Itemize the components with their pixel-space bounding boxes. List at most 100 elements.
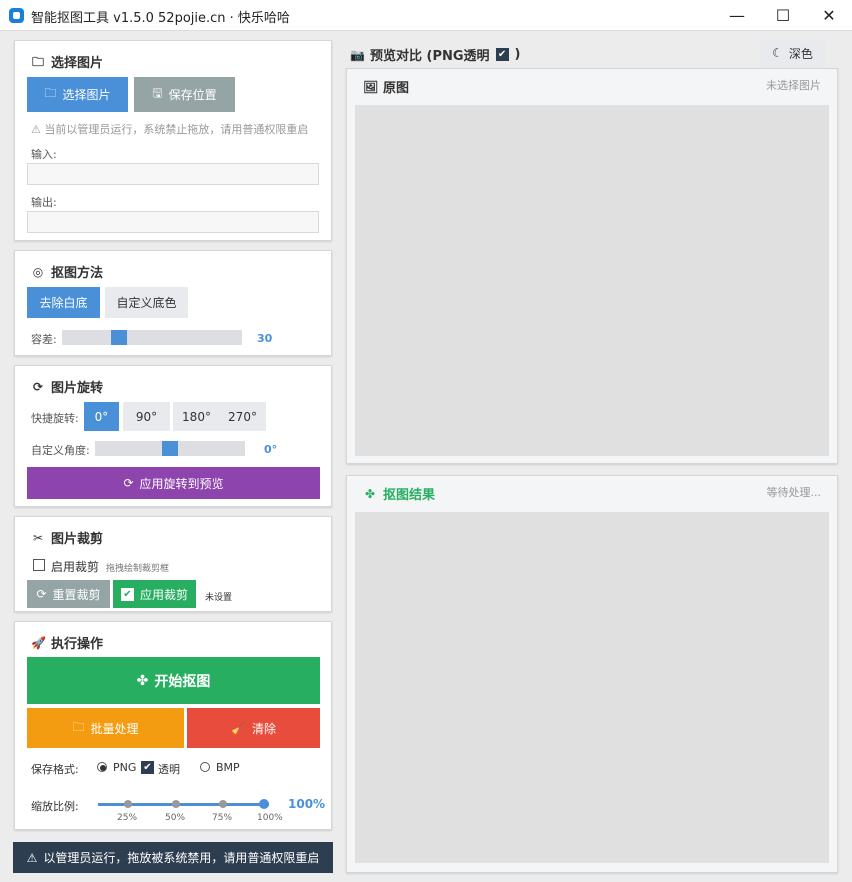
rotate-180-button[interactable]: 180° bbox=[173, 402, 220, 431]
output-path-field[interactable] bbox=[27, 211, 319, 233]
scale-slider[interactable] bbox=[98, 799, 269, 809]
select-image-panel: 🗀 选择图片 🗀 选择图片 🖫 保存位置 ⚠ 当前以管理员运行，系统禁止拖放，请… bbox=[14, 40, 332, 241]
result-panel: ✤ 抠图结果 等待处理... bbox=[346, 475, 838, 873]
admin-warning-text: 当前以管理员运行，系统禁止拖放，请用普通权限重启 bbox=[44, 123, 309, 136]
rotate-0-button[interactable]: 0° bbox=[84, 402, 119, 431]
puzzle-icon: ✤ bbox=[136, 672, 149, 689]
admin-warning: ⚠ 当前以管理员运行，系统禁止拖放，请用普通权限重启 bbox=[31, 121, 308, 137]
close-button[interactable]: ✕ bbox=[806, 0, 852, 31]
select-image-title-text: 选择图片 bbox=[51, 56, 104, 71]
target-icon: ◎ bbox=[32, 264, 44, 279]
apply-rotation-label: 应用旋转到预览 bbox=[139, 476, 224, 491]
status-bar: ⚠ 以管理员运行，拖放被系统禁用，请用普通权限重启 bbox=[13, 842, 333, 873]
custom-angle-slider[interactable] bbox=[95, 441, 245, 456]
check-icon: ✔ bbox=[120, 587, 134, 601]
original-title: 🖼 原图 bbox=[363, 77, 409, 97]
tolerance-slider-thumb[interactable] bbox=[111, 330, 127, 345]
enable-crop-label: 启用裁剪 bbox=[51, 560, 100, 574]
scale-tick-75 bbox=[219, 800, 227, 808]
original-status: 未选择图片 bbox=[766, 79, 821, 92]
dark-theme-button[interactable]: ☾ 深色 bbox=[760, 39, 825, 67]
scale-value: 100% bbox=[288, 797, 326, 811]
crop-panel: ✂ 图片裁剪 启用裁剪 拖拽绘制裁剪框 ⟳ 重置裁剪 ✔ 应用裁剪 未设置 bbox=[14, 516, 332, 612]
window-title: 智能抠图工具 v1.5.0 52pojie.cn · 快乐哈哈 bbox=[31, 11, 290, 26]
format-bmp-radio[interactable] bbox=[200, 762, 210, 772]
format-png-label: PNG bbox=[113, 761, 137, 774]
apply-crop-label: 应用裁剪 bbox=[139, 587, 188, 602]
result-title: ✤ 抠图结果 bbox=[363, 484, 435, 504]
apply-crop-button[interactable]: ✔ 应用裁剪 bbox=[113, 580, 196, 608]
format-png-radio[interactable] bbox=[97, 762, 107, 772]
input-path-field[interactable] bbox=[27, 163, 319, 185]
transparent-checkbox[interactable]: ✔ bbox=[141, 761, 154, 774]
tolerance-slider[interactable] bbox=[62, 330, 242, 345]
scale-tick-label-25: 25% bbox=[117, 813, 138, 823]
scissors-icon: ✂ bbox=[32, 530, 44, 545]
action-title: 🚀 执行操作 bbox=[31, 633, 104, 653]
camera-icon: 📷 bbox=[350, 47, 365, 62]
warning-triangle-icon: ⚠ bbox=[31, 123, 41, 136]
rotate-270-button[interactable]: 270° bbox=[219, 402, 266, 431]
custom-angle-label: 自定义角度: bbox=[31, 444, 90, 457]
transparent-label: 透明 bbox=[158, 763, 180, 776]
batch-process-label: 批量处理 bbox=[90, 721, 139, 736]
action-title-text: 执行操作 bbox=[51, 637, 104, 652]
method-panel: ◎ 抠图方法 去除白底 自定义底色 容差: 30 bbox=[14, 250, 332, 356]
moon-icon: ☾ bbox=[772, 46, 783, 60]
crop-title: ✂ 图片裁剪 bbox=[31, 528, 104, 548]
custom-angle-slider-thumb[interactable] bbox=[162, 441, 178, 456]
rotate-90-button[interactable]: 90° bbox=[123, 402, 170, 431]
result-status: 等待处理... bbox=[766, 486, 822, 499]
folder-icon: 🗀 bbox=[72, 719, 85, 734]
output-label: 输出: bbox=[31, 196, 57, 209]
select-image-button[interactable]: 🗀 选择图片 bbox=[27, 77, 128, 112]
broom-icon: 🧹 bbox=[231, 721, 246, 735]
save-format-label: 保存格式: bbox=[31, 763, 79, 776]
puzzle-icon: ✤ bbox=[364, 486, 376, 501]
scale-label: 缩放比例: bbox=[31, 800, 79, 813]
rotate-panel: ⟳ 图片旋转 快捷旋转: 0° 90° 180° 270° 自定义角度: 0° … bbox=[14, 365, 332, 507]
select-image-button-label: 选择图片 bbox=[62, 88, 111, 102]
scale-tick-label-75: 75% bbox=[212, 813, 233, 823]
reset-crop-button[interactable]: ⟳ 重置裁剪 bbox=[27, 580, 110, 608]
scale-tick-50 bbox=[172, 800, 180, 808]
tab-remove-white[interactable]: 去除白底 bbox=[27, 287, 100, 318]
result-preview-canvas[interactable] bbox=[355, 512, 829, 863]
start-matting-label: 开始抠图 bbox=[154, 673, 211, 690]
enable-crop-checkbox[interactable] bbox=[33, 559, 45, 571]
crop-title-text: 图片裁剪 bbox=[51, 532, 104, 547]
save-location-button-label: 保存位置 bbox=[168, 88, 217, 102]
clear-button[interactable]: 🧹 清除 bbox=[187, 708, 320, 748]
format-bmp-label: BMP bbox=[216, 761, 240, 774]
rotate-icon: ⟳ bbox=[32, 379, 44, 394]
start-matting-button[interactable]: ✤ 开始抠图 bbox=[27, 657, 320, 704]
status-bar-text: 以管理员运行，拖放被系统禁用，请用普通权限重启 bbox=[43, 851, 320, 865]
method-title-text: 抠图方法 bbox=[51, 266, 104, 281]
folder-icon: 🗀 bbox=[44, 86, 57, 100]
maximize-button[interactable]: ☐ bbox=[760, 0, 806, 31]
scale-tick-label-100: 100% bbox=[257, 813, 283, 823]
rotate-icon: ⟳ bbox=[36, 587, 47, 601]
preview-header-close: ) bbox=[514, 47, 521, 62]
crop-hint: 拖拽绘制裁剪框 bbox=[106, 564, 170, 574]
warning-triangle-icon: ⚠ bbox=[26, 850, 38, 865]
batch-process-button[interactable]: 🗀 批量处理 bbox=[27, 708, 184, 748]
image-icon: 🖼 bbox=[363, 79, 379, 94]
method-title: ◎ 抠图方法 bbox=[31, 262, 104, 282]
app-logo-icon bbox=[9, 8, 24, 23]
png-transparent-toggle[interactable]: ✔ bbox=[495, 48, 509, 61]
rotate-title: ⟳ 图片旋转 bbox=[31, 377, 103, 397]
tab-custom-color[interactable]: 自定义底色 bbox=[105, 287, 188, 318]
minimize-button[interactable]: — bbox=[714, 0, 760, 31]
scale-tick-label-50: 50% bbox=[165, 813, 186, 823]
rotate-icon: ⟳ bbox=[123, 476, 134, 490]
scale-tick-25 bbox=[124, 800, 132, 808]
original-preview-canvas[interactable] bbox=[355, 105, 829, 456]
action-panel: 🚀 执行操作 ✤ 开始抠图 🗀 批量处理 🧹 清除 保存格式: PNG ✔ 透明… bbox=[14, 621, 332, 830]
save-location-button[interactable]: 🖫 保存位置 bbox=[134, 77, 235, 112]
tolerance-label: 容差: bbox=[31, 333, 57, 346]
apply-rotation-button[interactable]: ⟳ 应用旋转到预览 bbox=[27, 467, 320, 499]
scale-slider-thumb[interactable] bbox=[259, 799, 269, 809]
select-image-title: 🗀 选择图片 bbox=[31, 52, 104, 72]
title-bar: 智能抠图工具 v1.5.0 52pojie.cn · 快乐哈哈 — ☐ ✕ bbox=[0, 0, 852, 31]
